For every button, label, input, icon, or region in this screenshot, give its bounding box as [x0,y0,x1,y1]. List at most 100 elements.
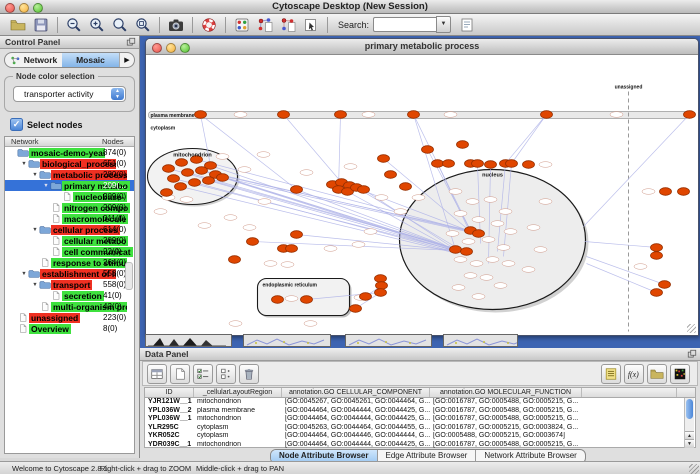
table-scrollbar-thumb[interactable] [686,399,693,419]
node-label-chip[interactable] [258,199,271,205]
node-label-chip[interactable] [454,257,467,263]
tree-row[interactable]: cellular metabo209(0) [5,235,134,246]
gene-node[interactable] [203,177,215,185]
node-label-chip[interactable] [452,285,465,291]
gene-node[interactable] [291,186,303,194]
gene-node[interactable] [189,179,201,187]
tree-row[interactable]: response to stimulu264(0) [5,257,134,268]
gene-node[interactable] [182,169,194,177]
maximize-icon[interactable] [180,43,190,53]
network-window-resize-grip[interactable] [687,324,696,333]
table-cell[interactable]: YLR295C [145,424,194,433]
node-label-chip[interactable] [472,294,485,300]
gene-node[interactable] [678,188,690,196]
gene-node[interactable] [195,111,207,119]
edge[interactable] [584,115,690,227]
select-attributes-button[interactable] [193,364,213,384]
gene-node[interactable] [161,189,173,197]
open-session-button[interactable] [8,15,28,34]
gene-node[interactable] [461,248,473,256]
gene-node[interactable] [506,160,518,168]
tree-row[interactable]: mosaic-demo-yeast874(0) [5,147,134,158]
heatmap-button[interactable] [670,364,690,384]
minimized-window[interactable] [443,334,518,347]
minimize-window-button[interactable] [19,3,29,13]
node-label-chip[interactable] [446,231,459,237]
table-cell[interactable]: [GO:0044464, GO:0044444, GO:0044425, G..… [282,415,430,424]
table-cell[interactable]: [GO:0005488, GO:0005215, GO:0003674] [430,432,582,441]
expand-arrow-icon[interactable]: ▼ [42,183,50,189]
gene-node[interactable] [523,161,535,169]
table-cell[interactable]: [GO:0044464, GO:0044446, GO:0044444, G..… [282,432,430,441]
tree-row[interactable]: macromolecule311(0) [5,213,134,224]
minimized-window[interactable] [345,334,432,347]
gene-node[interactable] [450,246,462,254]
gene-node[interactable] [473,230,485,238]
table-cell[interactable]: cytoplasm [194,432,282,441]
column-header[interactable] [582,388,677,397]
table-cell[interactable]: YPL036W__1 [145,415,194,424]
zoom-out-button[interactable] [64,15,84,34]
export-image-button[interactable] [166,15,186,34]
tree-row[interactable]: ▼establishment of lo558(0) [5,268,134,279]
gene-node[interactable] [301,296,313,304]
node-label-chip[interactable] [494,283,507,289]
select-mode-button[interactable] [301,15,321,34]
gene-node[interactable] [541,111,553,119]
node-label-chip[interactable] [482,237,495,243]
gene-node[interactable] [651,252,663,260]
tree-row[interactable]: ▼biological_process651(0) [5,158,134,169]
expand-arrow-icon[interactable]: ▼ [31,282,39,288]
node-label-chip[interactable] [499,209,512,215]
node-label-chip[interactable] [154,209,167,215]
save-session-button[interactable] [31,15,51,34]
gene-node[interactable] [684,111,696,119]
node-label-chip[interactable] [238,167,251,173]
node-label-chip[interactable] [234,112,247,118]
gene-node[interactable] [400,183,412,191]
gene-node[interactable] [660,188,672,196]
node-label-chip[interactable] [480,275,493,281]
tree-scrollbar[interactable] [125,262,133,290]
minimized-window[interactable] [243,334,331,347]
attribute-list-button[interactable] [601,364,621,384]
expand-arrow-icon[interactable]: ▼ [20,161,28,167]
table-cell[interactable]: [GO:0016787, GO:0005215, GO:0003824, G..… [430,424,582,433]
node-label-chip[interactable] [454,211,467,217]
gene-node[interactable] [350,305,362,313]
gene-node[interactable] [408,111,420,119]
node-label-chip[interactable] [497,245,510,251]
table-scrollbar[interactable]: ▲ ▼ [684,398,694,448]
node-label-chip[interactable] [281,262,294,268]
edge[interactable] [506,115,547,164]
node-label-chip[interactable] [634,264,647,270]
node-label-chip[interactable] [304,321,317,327]
network-window-titlebar[interactable]: primary metabolic process [146,39,698,55]
minimized-window[interactable] [145,334,232,347]
table-row[interactable]: YDR039C__1mitochondrion[GO:0044464, GO:0… [145,441,695,450]
table-cell[interactable]: [GO:0016787, GO:0005488, GO:0005215, G..… [430,398,582,407]
table-cell[interactable]: [GO:0045263, GO:0044464, GO:0044455, G..… [282,424,430,433]
gene-node[interactable] [443,160,455,168]
tree-row[interactable]: secretion41(0) [5,290,134,301]
table-cell[interactable]: mitochondrion [194,398,282,407]
layout-button[interactable] [255,15,275,34]
node-label-chip[interactable] [464,273,477,279]
gene-node[interactable] [659,281,671,289]
search-dropdown-button[interactable]: ▼ [436,16,451,33]
gene-node[interactable] [247,238,259,246]
table-row[interactable]: YLR295Ccytoplasm[GO:0045263, GO:0044464,… [145,424,695,433]
node-label-chip[interactable] [502,261,515,267]
gene-node[interactable] [376,282,388,290]
table-cell[interactable]: [GO:0045267, GO:0045261, GO:0044464, G..… [282,398,430,407]
node-label-chip[interactable] [285,296,298,302]
table-cell[interactable]: mitochondrion [194,415,282,424]
node-label-chip[interactable] [412,195,425,201]
gene-node[interactable] [358,186,370,194]
gene-node[interactable] [176,159,188,167]
tab-mosaic[interactable]: Mosaic [62,53,119,67]
gene-node[interactable] [422,146,434,154]
node-label-chip[interactable] [375,195,388,201]
table-cell[interactable]: [GO:0016787, GO:0005488, GO:0005215, G..… [430,415,582,424]
tree-row[interactable]: cell communicat22(0) [5,246,134,257]
